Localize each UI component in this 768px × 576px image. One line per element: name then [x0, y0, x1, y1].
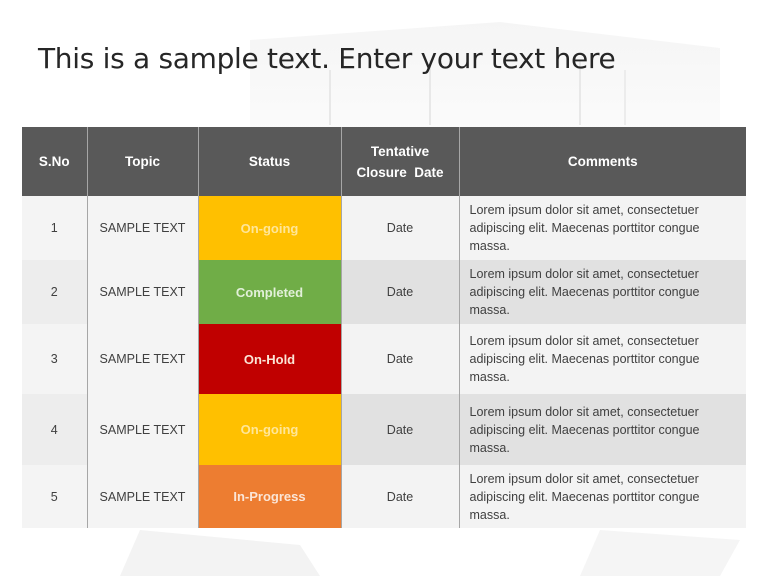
table-row: 2 SAMPLE TEXT Completed Date Lorem ipsum…	[22, 260, 746, 324]
cell-topic: SAMPLE TEXT	[86, 394, 199, 465]
cell-sno: 4	[22, 394, 88, 465]
table-row: 4 SAMPLE TEXT On-going Date Lorem ipsum …	[22, 394, 746, 465]
cell-comment: Lorem ipsum dolor sit amet, consectetuer…	[458, 465, 746, 528]
cell-sno: 3	[22, 324, 88, 394]
cell-date: Date	[340, 324, 460, 394]
cell-topic: SAMPLE TEXT	[86, 196, 199, 260]
cell-comment: Lorem ipsum dolor sit amet, consectetuer…	[458, 394, 746, 465]
cell-status: On-Hold	[197, 324, 342, 394]
cell-topic: SAMPLE TEXT	[86, 324, 199, 394]
cell-status: On-going	[197, 196, 342, 260]
cell-date: Date	[340, 260, 460, 324]
cell-status: In-Progress	[197, 465, 342, 528]
cell-sno: 1	[22, 196, 88, 260]
status-table: S.No Topic Status Tentative Closure Date…	[22, 127, 746, 528]
cell-status: On-going	[197, 394, 342, 465]
cell-status: Completed	[197, 260, 342, 324]
header-status: Status	[197, 127, 342, 196]
cell-sno: 2	[22, 260, 88, 324]
cell-date: Date	[340, 196, 460, 260]
cell-sno: 5	[22, 465, 88, 528]
table-row: 3 SAMPLE TEXT On-Hold Date Lorem ipsum d…	[22, 324, 746, 394]
cell-comment: Lorem ipsum dolor sit amet, consectetuer…	[458, 260, 746, 324]
header-comments: Comments	[458, 127, 746, 196]
cell-date: Date	[340, 394, 460, 465]
header-topic: Topic	[86, 127, 199, 196]
header-date-line2: Closure Date	[356, 164, 444, 180]
cell-comment: Lorem ipsum dolor sit amet, consectetuer…	[458, 324, 746, 394]
cell-date: Date	[340, 465, 460, 528]
cell-comment: Lorem ipsum dolor sit amet, consectetuer…	[458, 196, 746, 260]
table-row: 1 SAMPLE TEXT On-going Date Lorem ipsum …	[22, 196, 746, 260]
slide-title: This is a sample text. Enter your text h…	[38, 42, 616, 75]
header-sno: S.No	[22, 127, 88, 196]
table-row: 5 SAMPLE TEXT In-Progress Date Lorem ips…	[22, 465, 746, 528]
header-date-line1: Tentative	[370, 143, 430, 159]
header-tentative-closure-date: Tentative Closure Date	[340, 127, 460, 196]
cell-topic: SAMPLE TEXT	[86, 260, 199, 324]
table-header-row: S.No Topic Status Tentative Closure Date…	[22, 127, 746, 196]
cell-topic: SAMPLE TEXT	[86, 465, 199, 528]
